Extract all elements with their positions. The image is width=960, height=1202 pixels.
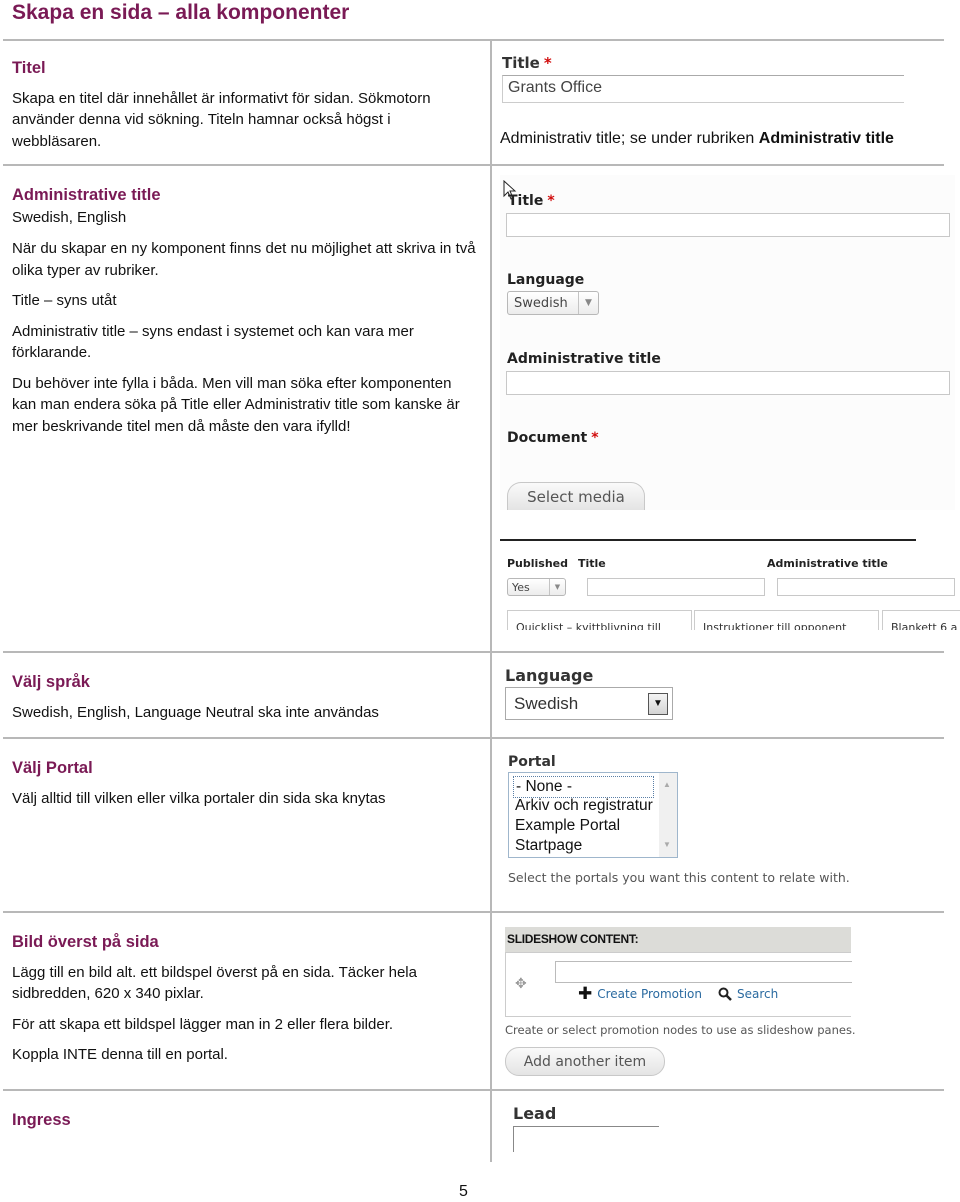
scroll-down-icon[interactable]: ▼ (663, 835, 671, 855)
section-body: Swedish, English, Language Neutral ska i… (12, 703, 379, 721)
language-value: Swedish (514, 295, 568, 311)
page-title: Skapa en sida – alla komponenter (12, 1, 350, 24)
portal-listbox[interactable]: - None - Arkiv och registratur Example P… (508, 772, 678, 858)
paragraph: Du behöver inte fylla i båda. Men vill m… (12, 374, 460, 435)
slideshow-row: ✥ ✚ Create Promotion Search (505, 953, 852, 1017)
paragraph: För att skapa ett bildspel lägger man in… (12, 1015, 394, 1033)
paragraph: Koppla INTE denna till en portal. (12, 1046, 228, 1063)
list-item[interactable]: Quicklist – kvittblivning till (507, 610, 692, 630)
section-heading: Titel (12, 59, 46, 77)
scroll-up-icon[interactable]: ▲ (663, 775, 671, 795)
divider (3, 1089, 944, 1091)
page-number: 5 (459, 1183, 468, 1200)
search-link[interactable]: Search (737, 987, 778, 1001)
section-titel: Titel Skapa en titel där innehållet är i… (12, 58, 477, 162)
section-body: Välj alltid till vilken eller vilka port… (12, 789, 386, 807)
slideshow-header: SLIDESHOW CONTENT: (505, 927, 851, 953)
required-mark: * (591, 430, 599, 446)
title-filter-input[interactable] (587, 578, 765, 596)
language-screenshot: Language Swedish ▼ (505, 666, 673, 720)
portal-option[interactable]: Example Portal (515, 816, 620, 836)
admin-title-note: Administrativ title; se under rubriken A… (500, 130, 894, 147)
lead-screenshot: Lead (513, 1104, 659, 1152)
divider (3, 164, 944, 166)
paragraph: Administrativ title – syns endast i syst… (12, 322, 414, 362)
title-input[interactable] (506, 213, 950, 237)
section-heading: Ingress (12, 1111, 71, 1129)
slideshow-help-text: Create or select promotion nodes to use … (505, 1023, 856, 1037)
portal-screenshot: Portal - None - Arkiv och registratur Ex… (508, 754, 850, 885)
published-label: Published (507, 557, 569, 570)
chevron-down-icon: ▼ (549, 579, 565, 595)
section-heading: Administrative title (12, 186, 161, 204)
select-media-button[interactable]: Select media (507, 482, 645, 510)
language-select[interactable]: Swedish ▼ (505, 687, 673, 720)
admin-title-input[interactable] (506, 371, 950, 395)
section-portal: Välj Portal Välj alltid till vilken elle… (12, 758, 477, 819)
language-select[interactable]: Swedish ▼ (507, 291, 599, 315)
chevron-down-icon: ▼ (578, 292, 598, 314)
published-select[interactable]: Yes ▼ (507, 578, 566, 596)
document-label: Document (507, 430, 588, 446)
divider (3, 911, 944, 913)
scrollbar[interactable]: ▲ ▼ (659, 773, 677, 857)
required-mark: * (547, 193, 555, 209)
section-language: Välj språk Swedish, English, Language Ne… (12, 672, 477, 733)
add-another-item-button[interactable]: Add another item (505, 1047, 665, 1076)
language-value: Swedish (514, 693, 579, 713)
column-divider (490, 40, 492, 1162)
title-field-screenshot: Title * Grants Office (502, 54, 904, 103)
section-ingress: Ingress (12, 1110, 477, 1140)
edit-form-screenshot: Title * Language Swedish ▼ Administrative… (500, 175, 955, 510)
section-admin-title: Administrative title Swedish, English Nä… (12, 185, 477, 446)
portal-label: Portal (508, 754, 556, 770)
list-item[interactable]: Blankett 6 a (882, 610, 960, 630)
section-image-top: Bild överst på sida Lägg till en bild al… (12, 932, 477, 1075)
admin-title-label: Administrative title (507, 351, 661, 367)
required-mark: * (543, 54, 552, 72)
divider (3, 651, 944, 653)
title-filter-label: Title (578, 557, 606, 570)
portal-option[interactable]: Arkiv och registratur (515, 796, 653, 816)
paragraph: När du skapar en ny komponent finns det … (12, 240, 476, 279)
section-body: Skapa en titel där innehållet är informa… (12, 89, 431, 150)
title-input[interactable]: Grants Office (502, 75, 904, 103)
separator-line (500, 539, 916, 541)
section-heading: Välj Portal (12, 759, 93, 777)
language-label: Language (505, 666, 594, 685)
slideshow-screenshot: SLIDESHOW CONTENT: ✥ ✚ Create Promotion … (505, 927, 856, 1076)
paragraph: Lägg till en bild alt. ett bildspel över… (12, 963, 417, 1003)
divider (3, 39, 944, 41)
portal-help-text: Select the portals you want this content… (508, 870, 850, 885)
chevron-down-icon: ▼ (648, 692, 668, 715)
portal-option[interactable]: - None - (513, 776, 654, 798)
section-subheading: Swedish, English (12, 208, 127, 226)
paragraph: Title – syns utåt (12, 292, 117, 309)
admin-title-filter-label: Administrative title (767, 557, 888, 570)
title-label: Title (508, 193, 544, 209)
list-view-screenshot: Published Title Administrative title Yes… (500, 550, 960, 630)
list-item[interactable]: Instruktioner till opponent (694, 610, 879, 630)
create-promotion-link[interactable]: Create Promotion (597, 987, 702, 1001)
search-icon (718, 987, 732, 1001)
divider (3, 737, 944, 739)
admin-title-filter-input[interactable] (777, 578, 955, 596)
language-label: Language (507, 272, 585, 288)
section-heading: Bild överst på sida (12, 933, 159, 951)
title-label: Title (502, 54, 540, 72)
plus-icon: ✚ (578, 984, 593, 1004)
drag-handle-icon[interactable]: ✥ (515, 975, 527, 992)
section-heading: Välj språk (12, 673, 90, 691)
lead-label: Lead (513, 1104, 557, 1123)
portal-option[interactable]: Startpage (515, 836, 582, 856)
lead-input[interactable] (513, 1126, 659, 1152)
promotion-input[interactable] (555, 961, 852, 983)
